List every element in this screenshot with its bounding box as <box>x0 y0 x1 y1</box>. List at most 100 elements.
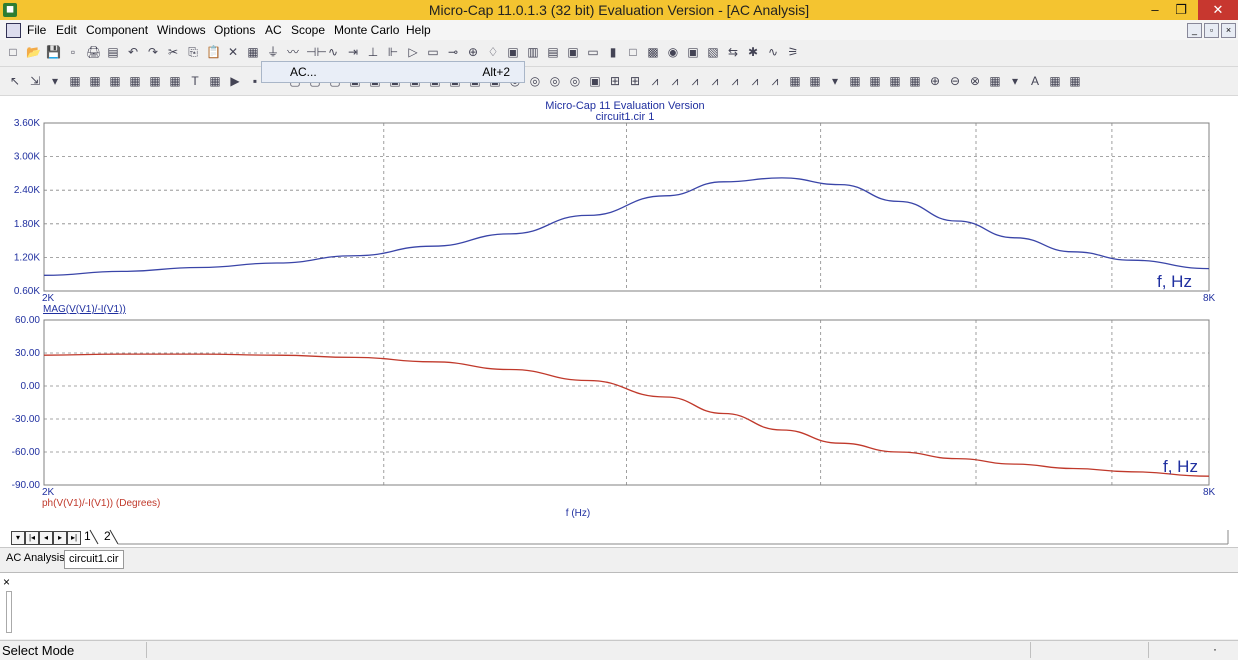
toolbar1-icon-21[interactable]: ▭ <box>426 45 440 59</box>
mdi-close-icon[interactable]: × <box>1221 23 1236 38</box>
toolbar1-icon-5[interactable]: ▤ <box>106 45 120 59</box>
toolbar2-icon-0[interactable]: ↖ <box>8 74 22 88</box>
toolbar2-icon-1[interactable]: ⇲ <box>28 74 42 88</box>
output-pane[interactable]: × <box>0 572 1238 639</box>
toolbar1-icon-7[interactable]: ↷ <box>146 45 160 59</box>
toolbar2-icon-26[interactable]: ◎ <box>528 74 542 88</box>
toolbar2-icon-42[interactable]: ▦ <box>848 74 862 88</box>
menu-component[interactable]: Component <box>86 23 148 37</box>
tab-ac-analysis[interactable]: AC Analysis <box>2 550 69 567</box>
toolbar1-icon-25[interactable]: ▣ <box>506 45 520 59</box>
toolbar1-icon-10[interactable]: 📋 <box>206 45 221 59</box>
toolbar2-icon-11[interactable]: ▶ <box>228 74 242 88</box>
toolbar1-icon-13[interactable]: ⏚ <box>266 45 280 59</box>
toolbar1-icon-12[interactable]: ▦ <box>246 45 260 59</box>
toolbar1-icon-28[interactable]: ▣ <box>566 45 580 59</box>
toolbar2-icon-8[interactable]: ▦ <box>168 74 182 88</box>
output-scroll-handle[interactable] <box>6 591 12 633</box>
toolbar1-icon-18[interactable]: ⊥ <box>366 45 380 59</box>
mdi-minimize-icon[interactable]: _ <box>1187 23 1202 38</box>
toolbar1-icon-15[interactable]: ⊣⊢ <box>306 45 327 59</box>
toolbar2-icon-44[interactable]: ▦ <box>888 74 902 88</box>
toolbar1-icon-8[interactable]: ✂ <box>166 45 180 59</box>
toolbar2-icon-38[interactable]: ⩘ <box>768 74 782 88</box>
toolbar2-icon-29[interactable]: ▣ <box>588 74 602 88</box>
toolbar1-icon-0[interactable]: □ <box>6 45 20 59</box>
toolbar2-icon-33[interactable]: ⩘ <box>668 74 682 88</box>
mdi-restore-icon[interactable]: ▫ <box>1204 23 1219 38</box>
toolbar2-icon-28[interactable]: ◎ <box>568 74 582 88</box>
toolbar2-icon-31[interactable]: ⊞ <box>628 74 642 88</box>
toolbar2-icon-36[interactable]: ⩘ <box>728 74 742 88</box>
menu-monte-carlo[interactable]: Monte Carlo <box>334 23 399 37</box>
toolbar1-icon-3[interactable]: ▫ <box>66 45 80 59</box>
ac-analysis-plot[interactable]: Micro-Cap 11 Evaluation Version circuit1… <box>0 96 1238 526</box>
toolbar2-icon-49[interactable]: ▦ <box>988 74 1002 88</box>
toolbar1-icon-35[interactable]: ▧ <box>706 45 720 59</box>
toolbar2-icon-51[interactable]: A <box>1028 74 1042 88</box>
toolbar1-icon-31[interactable]: □ <box>626 45 640 59</box>
toolbar1-icon-6[interactable]: ↶ <box>126 45 140 59</box>
toolbar2-icon-9[interactable]: T <box>188 74 202 88</box>
toolbar2-icon-43[interactable]: ▦ <box>868 74 882 88</box>
toolbar1-icon-36[interactable]: ⇆ <box>726 45 740 59</box>
toolbar1-icon-14[interactable]: 〰 <box>286 45 300 59</box>
menu-scope[interactable]: Scope <box>291 23 325 37</box>
toolbar2-icon-2[interactable]: ▾ <box>48 74 62 88</box>
toolbar1-icon-17[interactable]: ⇥ <box>346 45 360 59</box>
toolbar1-icon-39[interactable]: ⚞ <box>786 45 800 59</box>
toolbar2-icon-27[interactable]: ◎ <box>548 74 562 88</box>
toolbar1-icon-32[interactable]: ▩ <box>646 45 660 59</box>
toolbar1-icon-29[interactable]: ▭ <box>586 45 600 59</box>
menu-options[interactable]: Options <box>214 23 255 37</box>
toolbar2-icon-6[interactable]: ▦ <box>128 74 142 88</box>
toolbar2-icon-32[interactable]: ⩘ <box>648 74 662 88</box>
menu-file[interactable]: File <box>27 23 46 37</box>
toolbar2-icon-37[interactable]: ⩘ <box>748 74 762 88</box>
close-button[interactable]: ✕ <box>1198 0 1238 20</box>
toolbar2-icon-10[interactable]: ▦ <box>208 74 222 88</box>
toolbar1-icon-1[interactable]: 📂 <box>26 45 41 59</box>
toolbar1-icon-11[interactable]: ✕ <box>226 45 240 59</box>
toolbar1-icon-19[interactable]: ⊩ <box>386 45 400 59</box>
ac-dropdown-menu[interactable]: AC... Alt+2 <box>261 61 525 83</box>
toolbar2-icon-7[interactable]: ▦ <box>148 74 162 88</box>
toolbar2-icon-5[interactable]: ▦ <box>108 74 122 88</box>
toolbar1-icon-23[interactable]: ⊕ <box>466 45 480 59</box>
plot-window[interactable]: Micro-Cap 11 Evaluation Version circuit1… <box>0 96 1238 526</box>
phase-trace-label[interactable]: ph(V(V1)/-I(V1)) (Degrees) <box>42 498 160 509</box>
toolbar1-icon-4[interactable]: 🖨 <box>86 45 101 59</box>
toolbar2-icon-50[interactable]: ▾ <box>1008 74 1022 88</box>
toolbar1-icon-27[interactable]: ▤ <box>546 45 560 59</box>
output-close-icon[interactable]: × <box>3 575 10 589</box>
toolbar1-icon-38[interactable]: ∿ <box>766 45 780 59</box>
toolbar2-icon-4[interactable]: ▦ <box>88 74 102 88</box>
menu-help[interactable]: Help <box>406 23 431 37</box>
restore-button[interactable]: ❐ <box>1166 0 1196 20</box>
toolbar2-icon-34[interactable]: ⩘ <box>688 74 702 88</box>
toolbar1-icon-30[interactable]: ▮ <box>606 45 620 59</box>
toolbar2-icon-40[interactable]: ▦ <box>808 74 822 88</box>
menu-windows[interactable]: Windows <box>157 23 206 37</box>
toolbar1-icon-9[interactable]: ⎘ <box>186 45 200 59</box>
ac-menu-item[interactable]: AC... <box>290 65 317 79</box>
toolbar1-icon-20[interactable]: ▷ <box>406 45 420 59</box>
toolbar1-icon-37[interactable]: ✱ <box>746 45 760 59</box>
toolbar2-icon-53[interactable]: ▦ <box>1068 74 1082 88</box>
toolbar1-icon-33[interactable]: ◉ <box>666 45 680 59</box>
toolbar2-icon-35[interactable]: ⩘ <box>708 74 722 88</box>
toolbar2-icon-3[interactable]: ▦ <box>68 74 82 88</box>
document-icon[interactable] <box>6 23 21 38</box>
toolbar1-icon-16[interactable]: ∿ <box>326 45 340 59</box>
toolbar2-icon-45[interactable]: ▦ <box>908 74 922 88</box>
menu-ac[interactable]: AC <box>265 23 282 37</box>
menu-edit[interactable]: Edit <box>56 23 77 37</box>
toolbar2-icon-30[interactable]: ⊞ <box>608 74 622 88</box>
toolbar2-icon-47[interactable]: ⊖ <box>948 74 962 88</box>
toolbar2-icon-48[interactable]: ⊗ <box>968 74 982 88</box>
toolbar1-icon-24[interactable]: ♢ <box>486 45 500 59</box>
toolbar2-icon-46[interactable]: ⊕ <box>928 74 942 88</box>
toolbar1-icon-2[interactable]: 💾 <box>46 45 61 59</box>
toolbar2-icon-52[interactable]: ▦ <box>1048 74 1062 88</box>
toolbar2-icon-12[interactable]: ▪ <box>248 74 262 88</box>
